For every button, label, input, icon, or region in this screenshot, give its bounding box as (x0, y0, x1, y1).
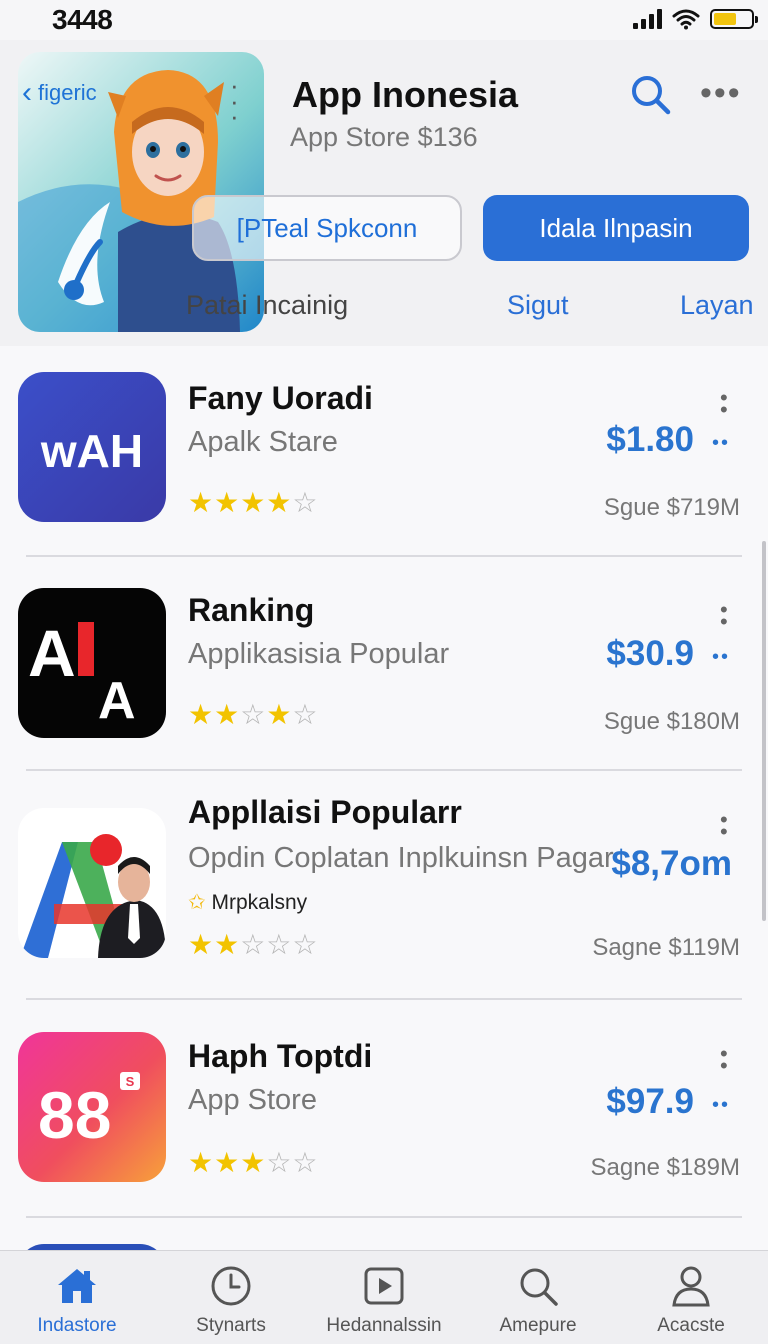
tab-indastore[interactable]: Indastore (0, 1251, 154, 1344)
list-item[interactable]: wAH Fany Uoradi Apalk Stare ★★★★☆ • • $1.… (0, 346, 768, 556)
tab-label: Stynarts (196, 1315, 266, 1336)
app-size: Sagne $189M (590, 1154, 740, 1181)
eighty-eight-app-icon: 88 S (18, 1032, 166, 1182)
rating-stars: ★★★★☆ (188, 487, 319, 518)
wah-app-icon: wAH (18, 372, 166, 522)
primary-action-button[interactable]: Idala Ilnpasin (483, 195, 749, 261)
page-title: App Inonesia (292, 74, 519, 115)
clock-icon (211, 1266, 251, 1306)
sub-tab-1[interactable]: Patai Incainig (186, 290, 348, 321)
divider (26, 769, 742, 771)
more-options-icon[interactable]: ••• (700, 76, 742, 110)
row-menu-icon[interactable]: • • (720, 1042, 728, 1076)
row-menu-icon[interactable]: • • (720, 598, 728, 632)
sub-tab-2[interactable]: Sigut (507, 290, 569, 321)
cellular-signal-icon (633, 9, 662, 29)
app-name: Fany Uoradi (188, 380, 373, 416)
svg-text:A: A (28, 616, 76, 690)
tab-bar: Indastore Stynarts Hedannalssin Amepure … (0, 1250, 768, 1344)
status-icons (633, 8, 758, 30)
icon-badge-label: S (126, 1074, 135, 1089)
app-subtitle: Applikasisia Popular (188, 638, 450, 670)
tab-acacste[interactable]: Acacste (614, 1251, 768, 1344)
app-size: Sgue $719M (603, 494, 740, 521)
app-name: Ranking (188, 592, 315, 628)
a-plus-app-icon (18, 808, 166, 958)
list-item[interactable]: A A Ranking Applikasisia Popular ★★☆★☆ •… (0, 558, 768, 770)
tab-label: Hedannalssin (326, 1315, 442, 1336)
rating-stars: ★★☆★☆ (188, 699, 319, 730)
ai-app-icon: A A (18, 588, 166, 738)
secondary-action-button[interactable]: [PTeal Spkconn (192, 195, 462, 261)
status-time: 3448 (52, 4, 113, 35)
sub-tab-3[interactable]: Layan (680, 290, 754, 321)
vertical-dots-icon[interactable]: · · · (230, 72, 239, 129)
search-icon (520, 1268, 558, 1306)
tab-stynarts[interactable]: Stynarts (154, 1251, 308, 1344)
tab-hedannalssin[interactable]: Hedannalssin (307, 1251, 461, 1344)
page-subtitle: App Store $136 (290, 122, 478, 152)
divider (26, 1216, 742, 1218)
row-menu-icon[interactable]: • • (720, 386, 728, 420)
home-icon (58, 1269, 96, 1303)
search-icon[interactable] (628, 72, 674, 118)
divider (26, 555, 742, 557)
price-dots-icon: •• (712, 646, 731, 668)
app-subtitle: App Store (188, 1084, 317, 1116)
tab-label: Indastore (37, 1315, 117, 1336)
app-list: wAH Fany Uoradi Apalk Stare ★★★★☆ • • $1.… (0, 346, 768, 1250)
wah-icon-label: wAH (40, 425, 143, 477)
price-dots-icon: •• (712, 1094, 731, 1116)
app-price[interactable]: $97.9 (606, 1082, 694, 1122)
app-name: Haph Toptdi (188, 1038, 373, 1074)
person-icon (672, 1266, 710, 1307)
app-subtitle: Opdin Coplatan Inplkuinsn Pagar (188, 842, 614, 874)
back-label: figeric (38, 80, 97, 105)
tab-label: Amepure (499, 1315, 577, 1336)
app-name: Appllaisi Popularr (188, 794, 462, 830)
row-menu-icon[interactable]: • • (720, 808, 728, 842)
list-item[interactable]: Appllaisi Popularr Opdin Coplatan Inplku… (0, 772, 768, 1000)
scrollbar[interactable] (762, 541, 766, 921)
rating-stars: ★★★☆☆ (188, 1147, 319, 1178)
app-price[interactable]: $30.9 (606, 634, 694, 674)
app-size: Sgue $180M (603, 708, 740, 735)
tab-label: Acacste (657, 1315, 725, 1336)
battery-icon (710, 9, 758, 29)
svg-text:A: A (98, 672, 136, 730)
list-item[interactable]: 88 S Haph Toptdi App Store ★★★☆☆ • • $97.… (0, 1002, 768, 1216)
app-header: ‹ figeric · · · App Inonesia App Store $13… (0, 40, 768, 346)
app-tag: ✩ Mrpkalsny (188, 890, 307, 915)
eighty-eight-icon-label: 88 (38, 1078, 111, 1152)
chevron-left-icon: ‹ (22, 76, 32, 109)
app-subtitle: Apalk Stare (188, 426, 338, 458)
app-tag-label: Mrpkalsny (211, 891, 308, 914)
small-star-icon: ✩ (188, 891, 206, 914)
play-icon (364, 1267, 404, 1305)
app-price[interactable]: $8,7om (611, 844, 732, 884)
price-dots-icon: •• (712, 432, 731, 454)
app-price[interactable]: $1.80 (606, 420, 694, 460)
status-bar: 3448 (0, 0, 768, 40)
wifi-icon (672, 9, 700, 30)
back-button[interactable]: ‹ figeric (22, 78, 97, 108)
tab-amepure[interactable]: Amepure (461, 1251, 615, 1344)
rating-stars: ★★☆☆☆ (188, 929, 319, 960)
app-size: Sagne $119M (592, 934, 740, 961)
divider (26, 998, 742, 1000)
